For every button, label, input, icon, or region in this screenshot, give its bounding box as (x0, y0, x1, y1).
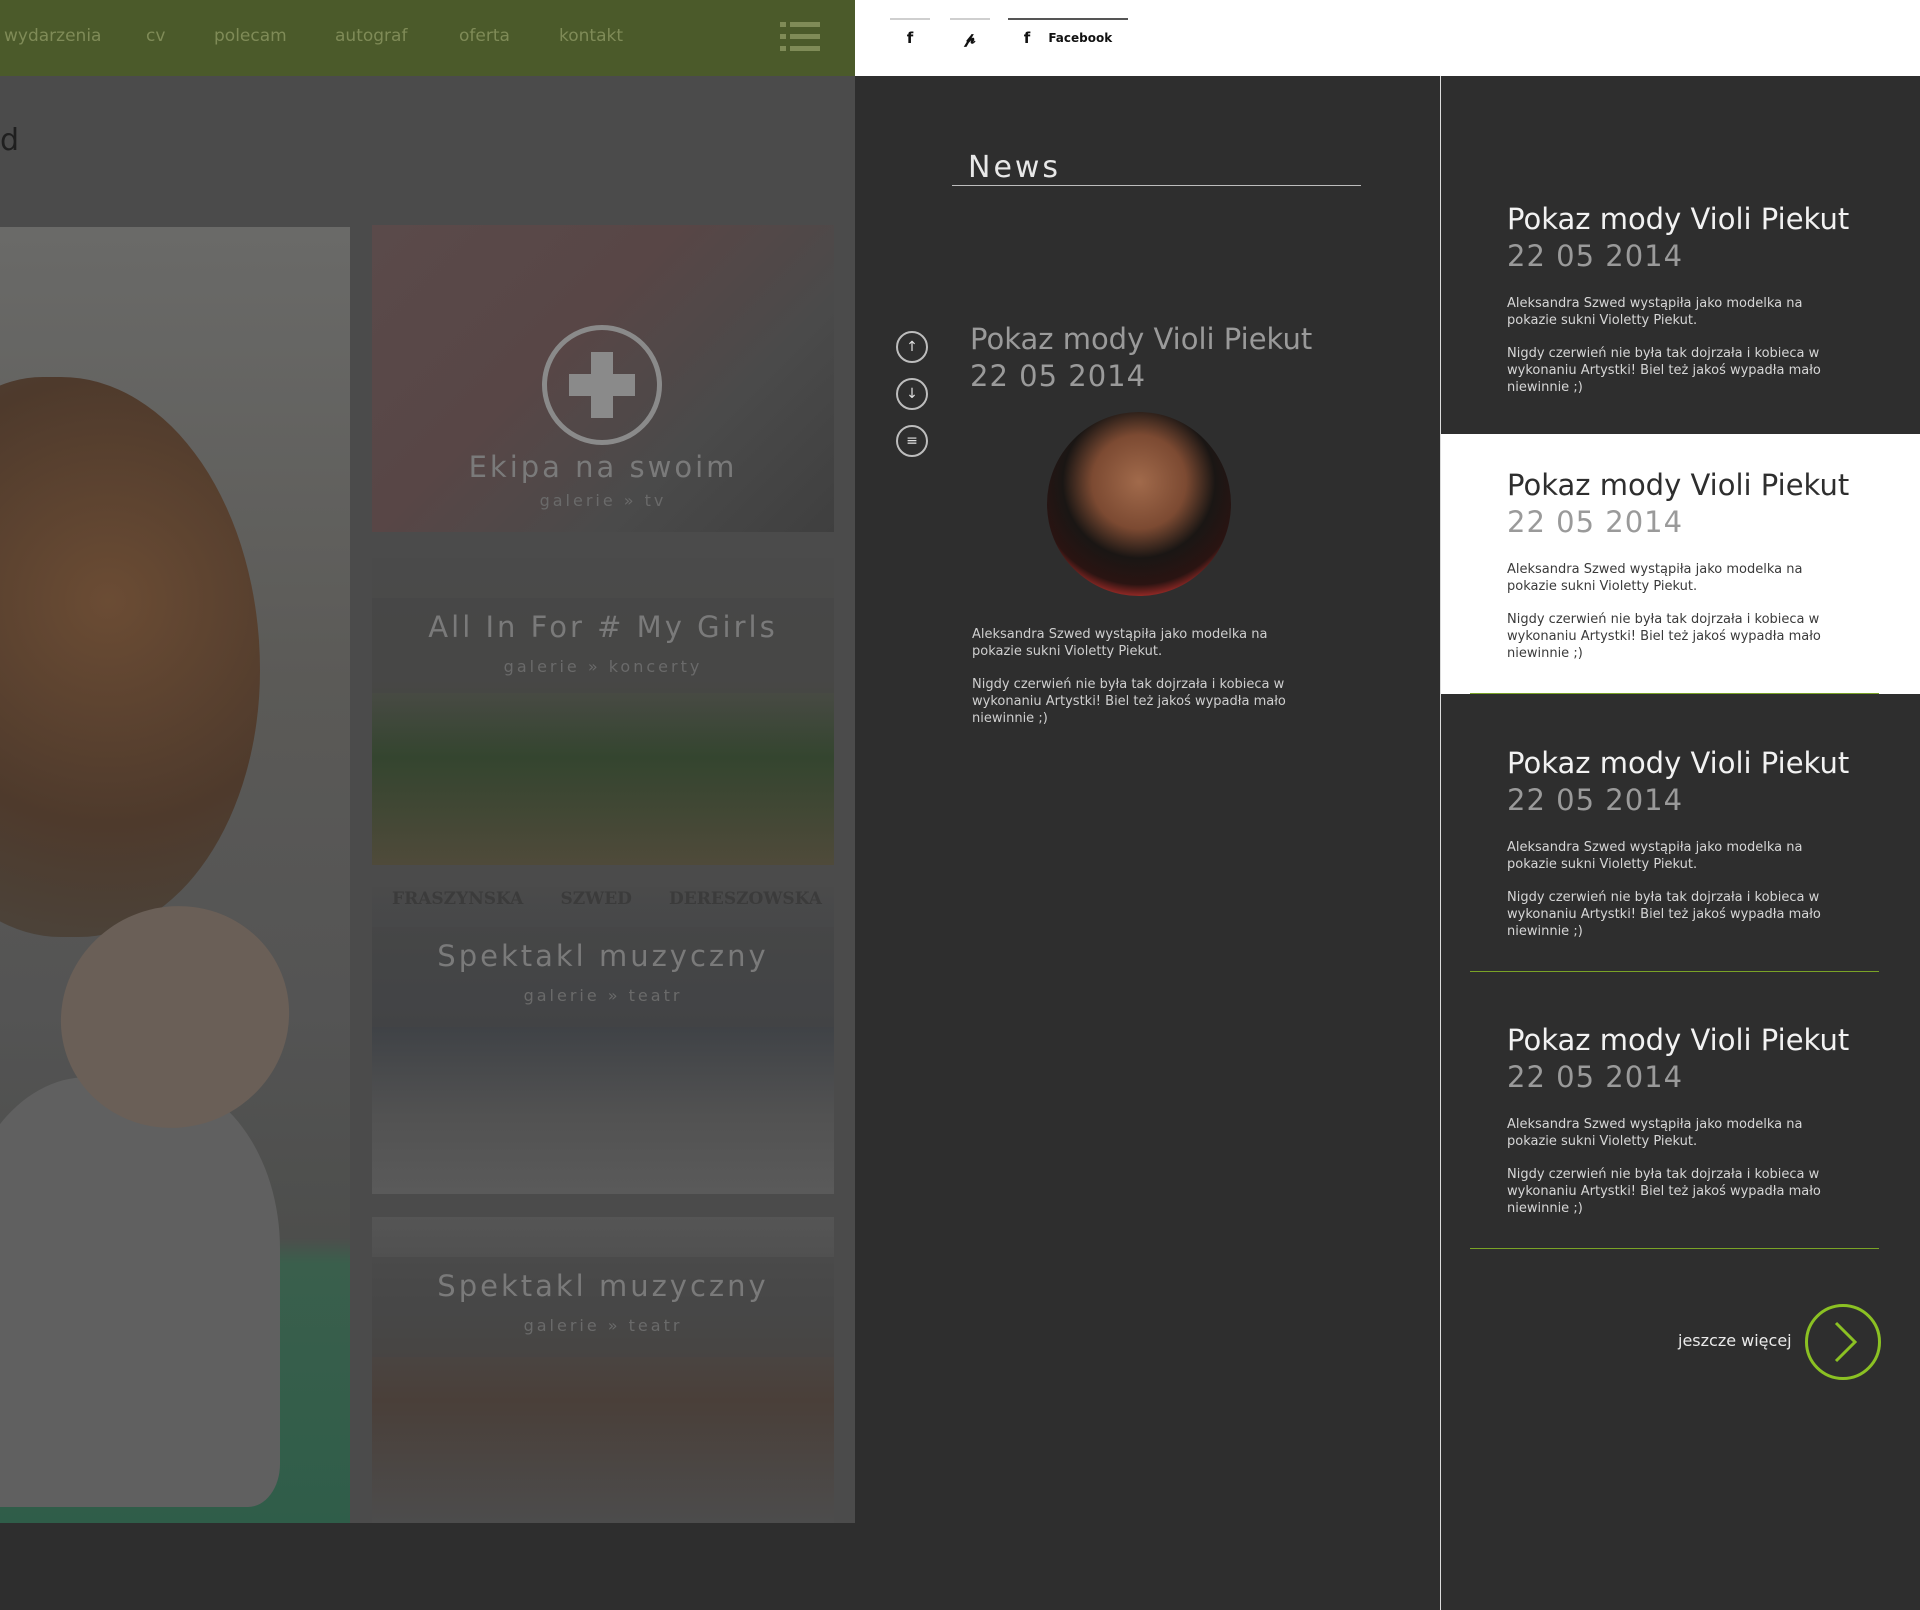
news-item-text: Aleksandra Szwed wystąpiła jako modelka … (1507, 562, 1803, 594)
tile-subtitle: galerie » tv (539, 491, 667, 510)
news-item-date: 22 05 2014 (1507, 239, 1684, 273)
pinterest-icon: 𝓹 (964, 29, 976, 47)
chevron-right-icon (1834, 1321, 1858, 1363)
list-icon[interactable]: ≡ (896, 425, 928, 457)
plus-icon[interactable] (542, 325, 662, 445)
news-item-title: Pokaz mody Violi Piekut (1507, 746, 1850, 780)
gallery-tile[interactable]: Spektakl muzyczny galerie » teatr (372, 1217, 834, 1523)
news-item-date: 22 05 2014 (1507, 783, 1684, 817)
news-list-item[interactable]: Pokaz mody Violi Piekut 22 05 2014 Aleks… (1441, 434, 1920, 694)
news-item-date: 22 05 2014 (1507, 505, 1684, 539)
news-list-item[interactable]: Pokaz mody Violi Piekut 22 05 2014 Aleks… (1441, 972, 1920, 1249)
facebook-icon: f (1023, 29, 1031, 47)
gallery-tile[interactable]: All In For # My Girls galerie » koncerty (372, 558, 834, 865)
facebook-icon: f (906, 29, 914, 47)
nav-item-cv[interactable]: cv (146, 26, 165, 46)
left-footer (0, 1523, 855, 1610)
site-background: d Ekipa na swoim galerie » tv All In For… (0, 0, 855, 1523)
arrow-up-icon[interactable]: ↑ (896, 331, 928, 363)
nav-item-autograf[interactable]: autograf (335, 26, 407, 46)
news-item-text: Nigdy czerwień nie była tak dojrzała i k… (1507, 346, 1821, 395)
facebook-share-button[interactable]: f (890, 18, 930, 56)
nav-item-oferta[interactable]: oferta (459, 26, 510, 46)
tile-subtitle: galerie » teatr (523, 1316, 683, 1335)
news-item-text: Nigdy czerwień nie była tak dojrzała i k… (1507, 1167, 1821, 1216)
news-item-date: 22 05 2014 (1507, 1060, 1684, 1094)
gallery-tile[interactable]: Ekipa na swoim galerie » tv (372, 225, 834, 532)
tile-title: All In For # My Girls (428, 610, 778, 644)
nav-item-wydarzenia[interactable]: wydarzenia (4, 26, 101, 46)
news-underline (952, 185, 1361, 186)
news-item-title: Pokaz mody Violi Piekut (1507, 468, 1850, 502)
gallery-tile[interactable]: FRASZYNSKA SZWED DERESZOWSKA Spektakl mu… (372, 887, 834, 1194)
featured-news-text: Nigdy czerwień nie była tak dojrzała i k… (972, 677, 1286, 726)
featured-news-avatar (1047, 412, 1231, 596)
news-heading: News (968, 150, 1062, 185)
more-news-label[interactable]: jeszcze więcej (1678, 1331, 1792, 1350)
poster-name: DERESZOWSKA (669, 889, 822, 909)
featured-news-date: 22 05 2014 (970, 359, 1147, 393)
news-panel (855, 76, 1440, 1610)
share-bar: f 𝓹 f Facebook (855, 0, 1920, 76)
featured-news-title[interactable]: Pokaz mody Violi Piekut (970, 322, 1312, 356)
tile-title: Spektakl muzyczny (437, 1269, 769, 1303)
tile-title: Spektakl muzyczny (437, 939, 769, 973)
news-list-item[interactable]: Pokaz mody Violi Piekut 22 05 2014 Aleks… (1441, 76, 1920, 434)
news-item-text: Aleksandra Szwed wystąpiła jako modelka … (1507, 840, 1803, 872)
facebook-like-button[interactable]: f Facebook (1008, 18, 1128, 56)
hamburger-menu-icon[interactable] (780, 22, 820, 52)
page-heading: d (0, 123, 20, 158)
news-item-text: Aleksandra Szwed wystąpiła jako modelka … (1507, 1117, 1803, 1149)
news-item-title: Pokaz mody Violi Piekut (1507, 202, 1850, 236)
pinterest-share-button[interactable]: 𝓹 (950, 18, 990, 56)
portrait-image (0, 227, 350, 1523)
facebook-label: Facebook (1048, 31, 1113, 45)
news-item-text: Nigdy czerwień nie była tak dojrzała i k… (1507, 612, 1821, 661)
news-item-text: Aleksandra Szwed wystąpiła jako modelka … (1507, 296, 1803, 328)
news-item-title: Pokaz mody Violi Piekut (1507, 1023, 1850, 1057)
list-separator (1470, 1248, 1879, 1249)
tile-subtitle: galerie » koncerty (503, 657, 703, 676)
news-item-text: Nigdy czerwień nie była tak dojrzała i k… (1507, 890, 1821, 939)
featured-news-text: Aleksandra Szwed wystąpiła jako modelka … (972, 627, 1268, 659)
more-news-button[interactable] (1805, 1304, 1881, 1380)
tile-subtitle: galerie » teatr (523, 986, 683, 1005)
news-list-item[interactable]: Pokaz mody Violi Piekut 22 05 2014 Aleks… (1441, 694, 1920, 971)
poster-name: SZWED (560, 889, 632, 909)
poster-name: FRASZYNSKA (392, 889, 524, 909)
tile-title: Ekipa na swoim (468, 450, 738, 484)
poster-names: FRASZYNSKA SZWED DERESZOWSKA (392, 889, 822, 909)
nav-item-kontakt[interactable]: kontakt (559, 26, 623, 46)
nav-item-polecam[interactable]: polecam (214, 26, 287, 46)
top-navigation: wydarzenia cv polecam autograf oferta ko… (0, 0, 855, 76)
arrow-down-icon[interactable]: ↓ (896, 378, 928, 410)
